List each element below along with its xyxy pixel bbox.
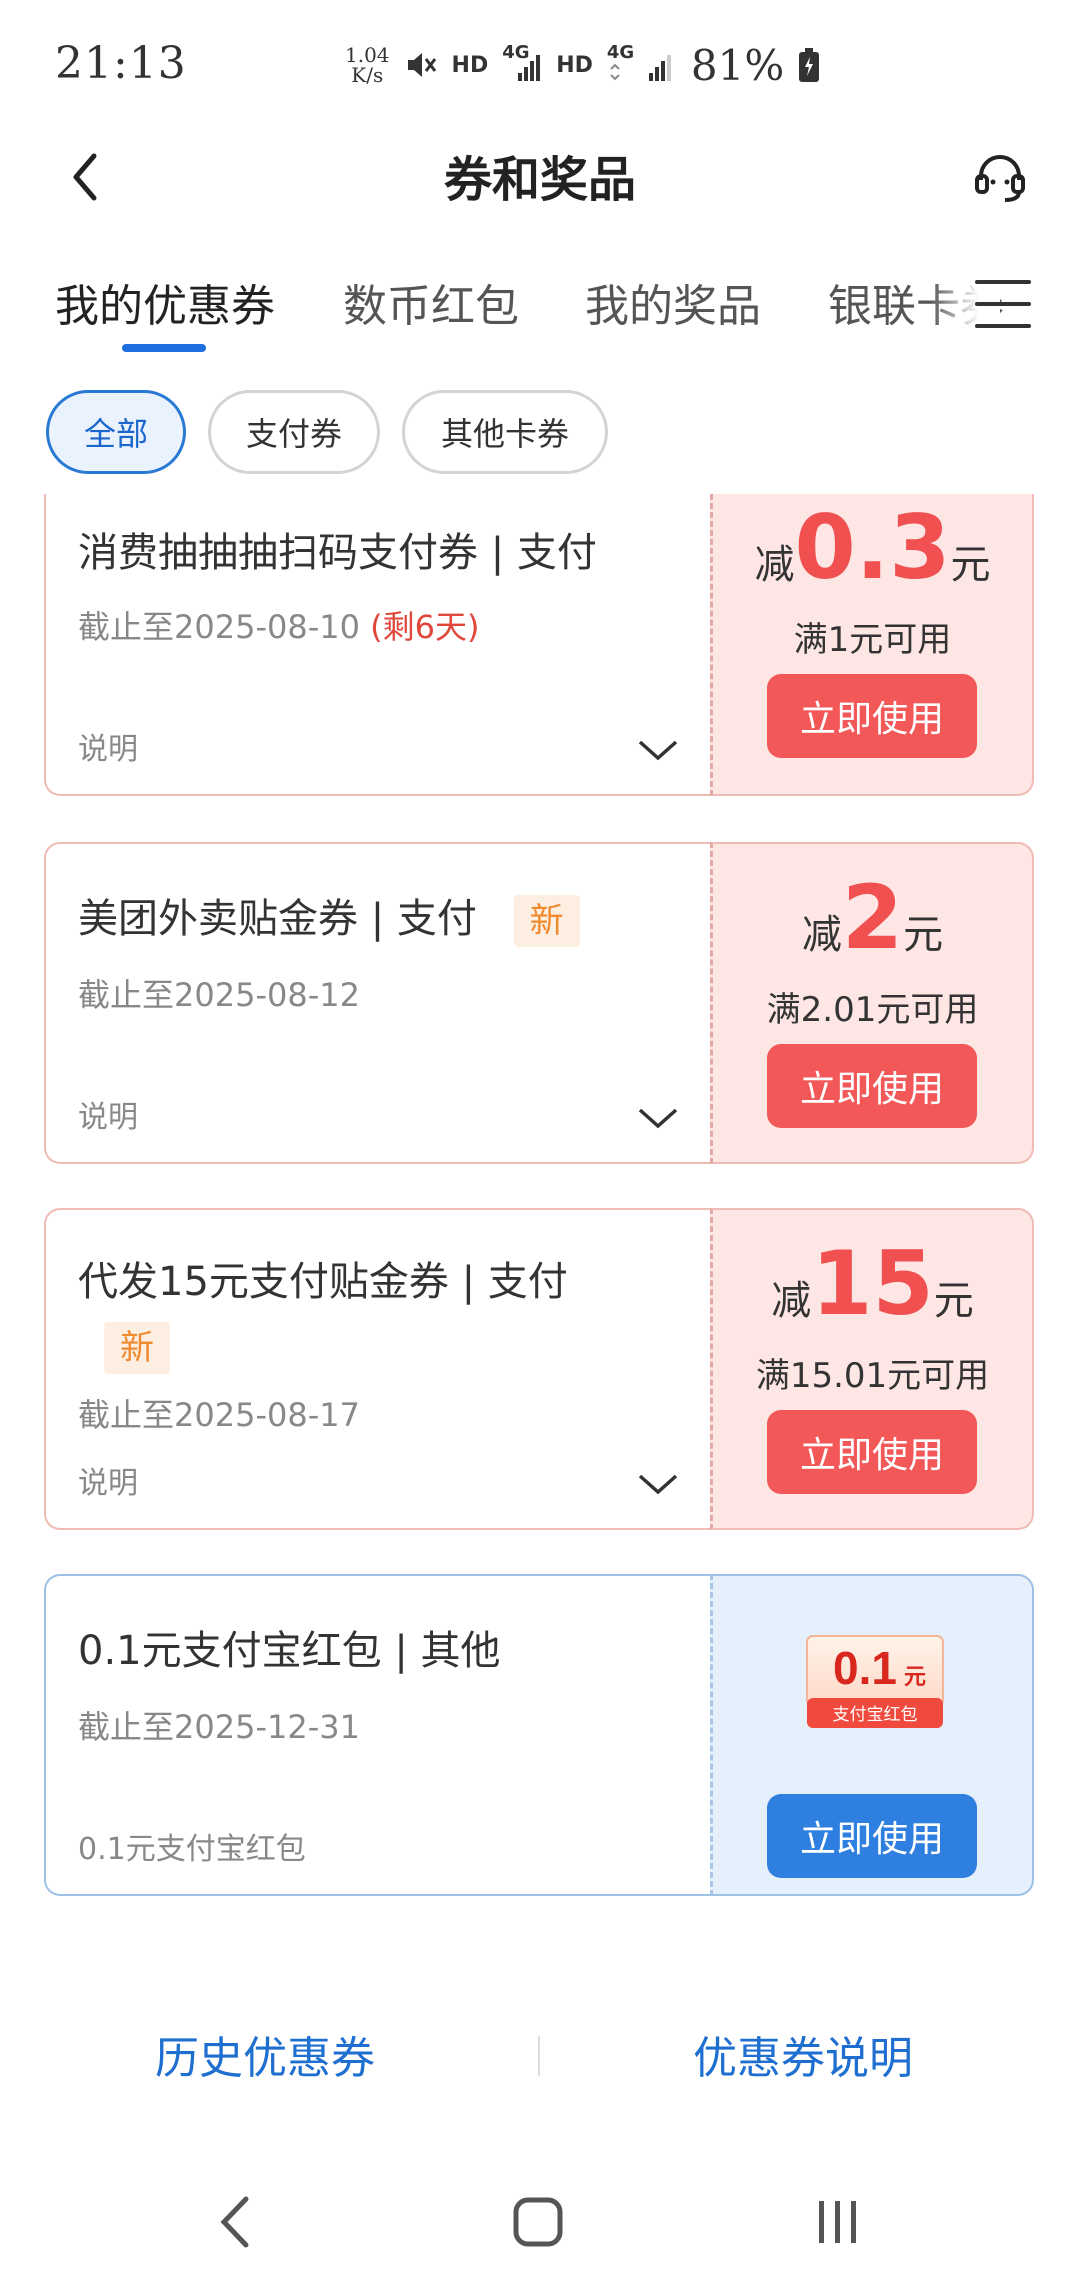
filter-payment-coupons[interactable]: 支付券: [208, 390, 380, 474]
nav-back-icon: [220, 2196, 249, 2248]
menu-icon-line: [975, 280, 1031, 284]
coupon-card: 代发15元支付贴金券 | 支付 新 截止至2025-08-17 说明 减15元 …: [44, 1208, 1034, 1530]
coupon-action-panel: 减2元 满2.01元可用 立即使用: [710, 842, 1034, 1164]
menu-icon-line: [975, 302, 1031, 306]
chevron-down-icon[interactable]: [636, 1468, 680, 1498]
signal-icon: [518, 55, 541, 81]
tab-indicator: [122, 344, 206, 352]
red-packet-unit: 元: [904, 1664, 926, 1689]
bottom-links: 历史优惠券 优惠券说明: [0, 2010, 1080, 2100]
headset-icon: [975, 155, 1025, 202]
nav-recents-button[interactable]: [798, 2182, 878, 2262]
coupon-description-toggle[interactable]: 说明: [78, 724, 138, 768]
new-badge: 新: [513, 895, 580, 947]
tab-bar: 我的优惠券 数币红包 我的奖品 银联卡券: [0, 260, 1080, 360]
coupon-expire: 截止至2025-08-10 (剩6天): [78, 608, 480, 646]
coupon-card: 消费抽抽抽扫码支付券 | 支付 截止至2025-08-10 (剩6天) 说明 减…: [44, 494, 1034, 796]
system-nav-bar: [0, 2170, 1080, 2280]
use-now-button[interactable]: 立即使用: [767, 1044, 977, 1128]
new-badge: 新: [104, 1322, 170, 1374]
red-packet-amount: 0.1: [833, 1642, 897, 1694]
status-icons: 1.04 K/s HD 4G HD 4G 81%: [345, 40, 820, 90]
use-now-button[interactable]: 立即使用: [767, 1410, 977, 1494]
coupon-info: 消费抽抽抽扫码支付券 | 支付 截止至2025-08-10 (剩6天) 说明: [44, 494, 710, 796]
history-coupons-link[interactable]: 历史优惠券: [155, 2022, 375, 2086]
coupon-condition: 满2.01元可用: [766, 990, 979, 1030]
coupon-remaining-days: (剩6天): [370, 608, 480, 646]
nav-home-button[interactable]: [498, 2182, 578, 2262]
hd-label: HD: [451, 52, 489, 78]
coupon-condition: 满15.01元可用: [755, 1356, 990, 1396]
chevron-down-icon[interactable]: [636, 734, 680, 764]
divider: [538, 2036, 540, 2076]
coupon-expire: 截止至2025-08-12: [78, 976, 360, 1014]
status-time: 21:13: [55, 38, 187, 89]
tab-digital-red-packets[interactable]: 数币红包: [343, 270, 519, 334]
coupon-action-panel: 减15元 满15.01元可用 立即使用: [710, 1208, 1034, 1530]
tab-menu-button[interactable]: [975, 274, 1031, 334]
coupon-title: 代发15元支付贴金券 | 支付 新: [78, 1252, 698, 1376]
coupon-amount: 减15元: [771, 1232, 974, 1335]
nav-home-icon: [513, 2197, 563, 2247]
customer-service-button[interactable]: [965, 142, 1035, 212]
coupon-expire: 截止至2025-12-31: [78, 1708, 360, 1746]
page-title: 券和奖品: [443, 152, 636, 208]
coupon-description-toggle[interactable]: 说明: [78, 1092, 138, 1136]
coupon-card: 美团外卖贴金券 | 支付 新 截止至2025-08-12 说明 减2元 满2.0…: [44, 842, 1034, 1164]
chevron-down-icon[interactable]: [636, 1102, 680, 1132]
alipay-red-packet-image: 0.1 元 支付宝红包: [803, 1632, 947, 1732]
filter-other-cards[interactable]: 其他卡券: [402, 390, 608, 474]
battery-icon: [799, 48, 820, 82]
coupon-info: 代发15元支付贴金券 | 支付 新 截止至2025-08-17 说明: [44, 1208, 710, 1530]
coupon-title: 美团外卖贴金券 | 支付 新: [78, 886, 580, 947]
hd-label-2: HD: [556, 52, 593, 78]
nav-recents-icon: [819, 2201, 856, 2243]
coupon-action-panel: 减0.3元 满1元可用 立即使用: [710, 494, 1034, 796]
coupon-amount: 减0.3元: [754, 496, 991, 599]
signal-2: 4G: [607, 44, 677, 85]
tab-my-coupons[interactable]: 我的优惠券: [55, 270, 275, 334]
coupon-expire: 截止至2025-08-17: [78, 1396, 360, 1434]
coupon-explanation-link[interactable]: 优惠券说明: [693, 2022, 913, 2086]
signal-1: 4G: [502, 44, 542, 85]
coupon-card: 0.1元支付宝红包 | 其他 截止至2025-12-31 0.1元支付宝红包 0…: [44, 1574, 1034, 1896]
coupon-title: 消费抽抽抽扫码支付券 | 支付: [78, 530, 597, 576]
coupon-action-panel: 0.1 元 支付宝红包 立即使用: [710, 1574, 1034, 1896]
coupon-description-toggle[interactable]: 说明: [78, 1458, 138, 1502]
signal-icon-2: [610, 55, 671, 81]
coupon-amount: 减2元: [801, 866, 944, 969]
mute-icon: [407, 53, 436, 77]
filter-all[interactable]: 全部: [46, 390, 186, 474]
coupon-info: 0.1元支付宝红包 | 其他 截止至2025-12-31 0.1元支付宝红包: [44, 1574, 710, 1896]
menu-icon-line: [975, 324, 1031, 328]
use-now-button[interactable]: 立即使用: [767, 674, 977, 758]
tab-my-prizes[interactable]: 我的奖品: [585, 270, 761, 334]
coupon-description: 0.1元支付宝红包: [78, 1832, 306, 1867]
status-bar: 21:13 1.04 K/s HD 4G HD 4G 81%: [0, 0, 1080, 120]
red-packet-caption: 支付宝红包: [833, 1705, 918, 1725]
use-now-button[interactable]: 立即使用: [767, 1794, 977, 1878]
red-packet-icon: 0.1 元 支付宝红包: [806, 1635, 944, 1728]
coupon-info: 美团外卖贴金券 | 支付 新 截止至2025-08-12 说明: [44, 842, 710, 1164]
coupon-list: 消费抽抽抽扫码支付券 | 支付 截止至2025-08-10 (剩6天) 说明 减…: [0, 494, 1080, 1914]
network-speed: 1.04 K/s: [345, 43, 390, 87]
app-header: 券和奖品: [0, 120, 1080, 240]
nav-back-button[interactable]: [195, 2182, 275, 2262]
coupon-title: 0.1元支付宝红包 | 其他: [78, 1628, 501, 1674]
battery-level: 81%: [690, 40, 785, 90]
coupon-condition: 满1元可用: [793, 620, 952, 660]
